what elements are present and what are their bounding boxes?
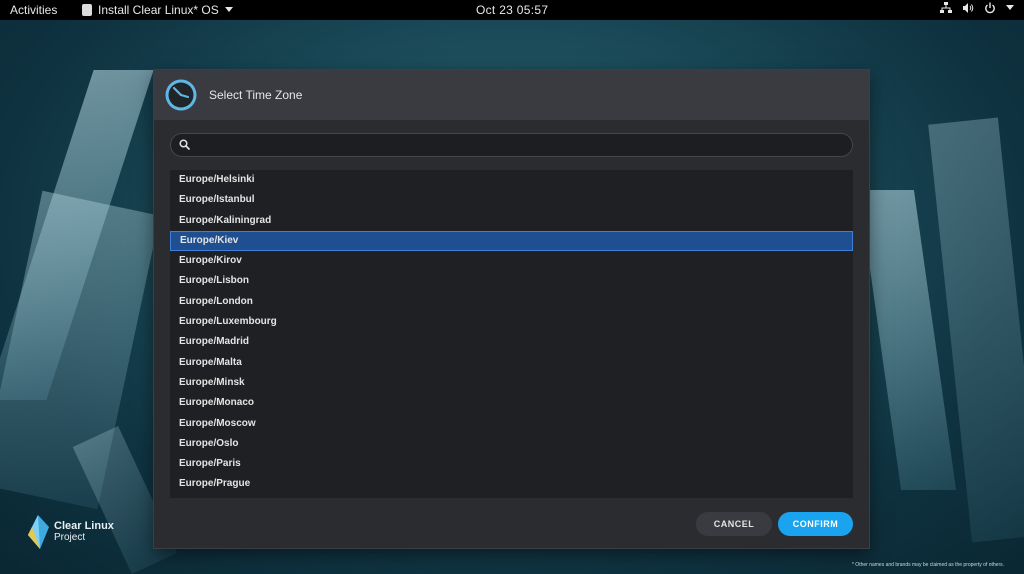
time-zone-dialog: Select Time Zone Europe/Helsinki Europe/I…	[154, 70, 869, 548]
chevron-down-icon[interactable]	[1006, 5, 1014, 11]
power-icon[interactable]	[984, 2, 996, 14]
timezone-list-item[interactable]: Europe/Helsinki	[170, 170, 853, 190]
dialog-header: Select Time Zone	[154, 70, 869, 120]
timezone-list-item[interactable]: Europe/Kaliningrad	[170, 211, 853, 231]
timezone-list-item[interactable]: Europe/Madrid	[170, 332, 853, 352]
timezone-list[interactable]: Europe/Helsinki Europe/Istanbul Europe/Kal…	[170, 170, 853, 498]
chevron-down-icon	[224, 7, 233, 12]
timezone-list-item[interactable]: Europe/Prague	[170, 474, 853, 494]
timezone-list-item[interactable]: Europe/Lisbon	[170, 271, 853, 291]
confirm-button[interactable]: CONFIRM	[778, 512, 853, 536]
timezone-list-item[interactable]: Europe/Moscow	[170, 414, 853, 434]
cancel-button[interactable]: CANCEL	[696, 512, 772, 536]
timezone-list-item[interactable]: Europe/Malta	[170, 353, 853, 373]
network-icon[interactable]	[940, 2, 952, 14]
timezone-list-item[interactable]: Europe/London	[170, 292, 853, 312]
top-bar: Activities Install Clear Linux* OS Oct 2…	[0, 0, 1024, 20]
trademark-footnote: * Other names and brands may be claimed …	[851, 562, 1004, 568]
clock[interactable]: Oct 23 05:57	[476, 3, 548, 17]
app-icon	[82, 4, 92, 16]
search-box[interactable]	[170, 133, 853, 157]
search-icon	[179, 139, 190, 150]
timezone-list-item[interactable]: Europe/Oslo	[170, 434, 853, 454]
app-menu[interactable]: Install Clear Linux* OS	[82, 3, 233, 17]
timezone-list-item[interactable]: Europe/Istanbul	[170, 190, 853, 210]
brand-line2: Project	[54, 532, 86, 543]
dialog-title: Select Time Zone	[209, 88, 303, 102]
timezone-list-item[interactable]: Europe/Luxembourg	[170, 312, 853, 332]
volume-icon[interactable]	[962, 2, 974, 14]
clock-icon	[165, 79, 197, 111]
brand-line1: Clear Linux	[54, 520, 114, 532]
timezone-list-item[interactable]: Europe/Paris	[170, 454, 853, 474]
clear-linux-logo-icon	[28, 515, 49, 549]
app-menu-label: Install Clear Linux* OS	[98, 3, 219, 17]
timezone-list-item[interactable]: Europe/Kirov	[170, 251, 853, 271]
clear-linux-logo: Clear Linux Project	[26, 515, 114, 549]
timezone-list-item[interactable]: Europe/Kiev	[170, 230, 853, 252]
system-tray[interactable]	[940, 2, 1014, 14]
timezone-list-item[interactable]: Europe/Monaco	[170, 393, 853, 413]
timezone-list-item[interactable]: Europe/Minsk	[170, 373, 853, 393]
search-input[interactable]	[197, 136, 841, 156]
activities-button[interactable]: Activities	[10, 3, 57, 17]
